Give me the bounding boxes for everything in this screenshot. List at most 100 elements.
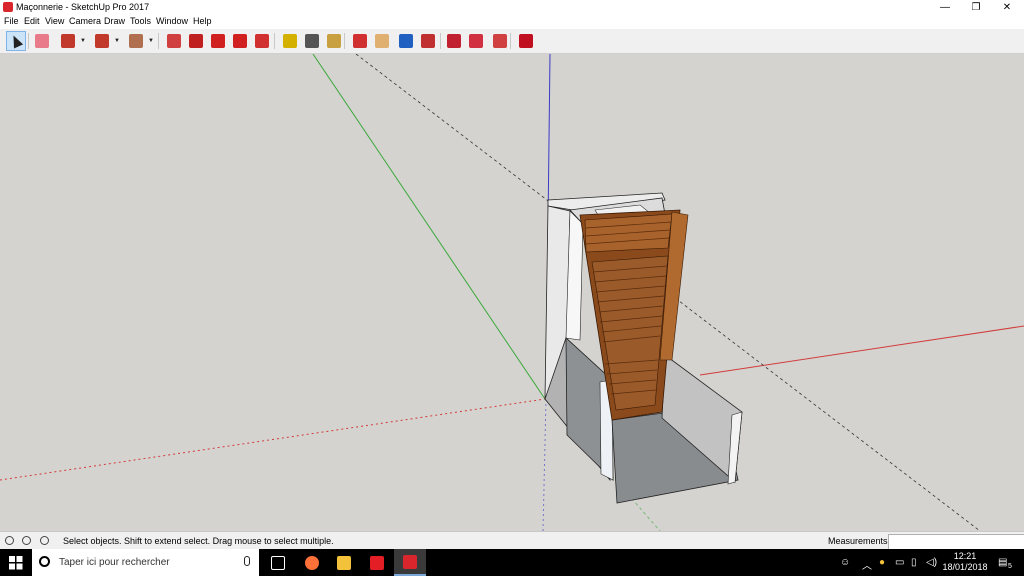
- menu-tools[interactable]: Tools: [130, 16, 151, 26]
- arc-icon: [95, 34, 109, 48]
- tool-dropdown-arrow-icon[interactable]: ▼: [114, 38, 120, 44]
- menu-help[interactable]: Help: [193, 16, 212, 26]
- text-tool-button[interactable]: [302, 31, 322, 51]
- select-tool-button[interactable]: [6, 31, 26, 51]
- search-placeholder: Taper ici pour rechercher: [59, 557, 170, 568]
- send-layout-icon: [493, 34, 507, 48]
- red-axis-dashed: [0, 398, 546, 481]
- zoom-tool-button[interactable]: [396, 31, 416, 51]
- file-explorer-icon: [337, 555, 351, 570]
- model-canvas[interactable]: [0, 54, 1024, 531]
- notification-count: 5: [1008, 563, 1012, 570]
- taskbar-search-box[interactable]: Taper ici pour rechercher: [32, 549, 259, 576]
- extension-icon: [469, 34, 483, 48]
- text-icon: [305, 34, 319, 48]
- status-message: Select objects. Shift to extend select. …: [63, 536, 334, 546]
- tape-measure-icon: [283, 34, 297, 48]
- offset-icon: [189, 34, 203, 48]
- shape-tool-button[interactable]: [126, 31, 146, 51]
- masonry-model[interactable]: [544, 192, 743, 504]
- offset-tool-button[interactable]: [186, 31, 206, 51]
- ruby-icon: [519, 34, 533, 48]
- menu-draw[interactable]: Draw: [104, 16, 125, 26]
- send-layout-tool-button[interactable]: [490, 31, 510, 51]
- drawing-viewport[interactable]: [0, 54, 1024, 531]
- pan-tool-button[interactable]: [372, 31, 392, 51]
- volume-icon[interactable]: ◁): [926, 557, 937, 568]
- zoom-extents-tool-button[interactable]: [418, 31, 438, 51]
- cortana-icon: [39, 556, 50, 567]
- arc-tool-button[interactable]: [92, 31, 112, 51]
- toolbar-separator: [28, 33, 29, 49]
- orbit-icon: [353, 34, 367, 48]
- push-pull-tool-button[interactable]: [164, 31, 184, 51]
- move-tool-button[interactable]: [208, 31, 228, 51]
- taskbar-clock[interactable]: 12:21 18/01/2018: [940, 551, 990, 573]
- autocad-taskbar-button[interactable]: [361, 549, 393, 576]
- select-icon: [8, 33, 24, 49]
- line-icon: [61, 34, 75, 48]
- green-axis: [312, 54, 546, 400]
- network-icon[interactable]: ▯: [911, 557, 917, 568]
- scale-icon: [255, 34, 269, 48]
- paint-bucket-tool-button[interactable]: [324, 31, 344, 51]
- file-explorer-taskbar-button[interactable]: [328, 549, 360, 576]
- microphone-icon[interactable]: [244, 556, 250, 566]
- notification-center-icon[interactable]: ▤: [998, 557, 1007, 568]
- firefox-icon: [305, 555, 319, 570]
- rotate-tool-button[interactable]: [230, 31, 250, 51]
- sketchup-taskbar-icon: [403, 554, 417, 569]
- toolbar-separator: [274, 33, 275, 49]
- menu-edit[interactable]: Edit: [24, 16, 40, 26]
- window-title: Maçonnerie - SketchUp Pro 2017: [16, 2, 150, 12]
- red-axis: [699, 325, 1024, 376]
- ruby-tool-button[interactable]: [516, 31, 536, 51]
- extension-tool-button[interactable]: [466, 31, 486, 51]
- people-icon[interactable]: ☺: [840, 557, 850, 568]
- paint-bucket-icon: [327, 34, 341, 48]
- toolbar-separator: [158, 33, 159, 49]
- onedrive-icon[interactable]: ●: [879, 557, 885, 568]
- menu-file[interactable]: File: [4, 16, 19, 26]
- task-view-taskbar-button[interactable]: [262, 549, 294, 576]
- move-icon: [211, 34, 225, 48]
- user-icon[interactable]: [40, 536, 49, 545]
- zoom-extents-icon: [421, 34, 435, 48]
- close-button[interactable]: ✕: [992, 0, 1022, 15]
- geolocation-icon[interactable]: [5, 536, 14, 545]
- minimize-button[interactable]: —: [930, 0, 960, 15]
- main-toolbar: ▼ ▼ ▼: [0, 29, 1024, 54]
- autocad-icon: [370, 555, 384, 570]
- tool-dropdown-arrow-icon[interactable]: ▼: [148, 38, 154, 44]
- firefox-taskbar-button[interactable]: [296, 549, 328, 576]
- measurements-input[interactable]: [888, 534, 1024, 550]
- toolbar-separator: [510, 33, 511, 49]
- rotate-icon: [233, 34, 247, 48]
- line-tool-button[interactable]: [58, 31, 78, 51]
- eraser-tool-button[interactable]: [32, 31, 52, 51]
- tray-chevron-icon[interactable]: ︿: [862, 557, 872, 572]
- menu-bar: File Edit View Camera Draw Tools Window …: [0, 15, 1024, 29]
- sketchup-taskbar-taskbar-button[interactable]: [394, 549, 426, 576]
- eraser-icon: [35, 34, 49, 48]
- tool-dropdown-arrow-icon[interactable]: ▼: [80, 38, 86, 44]
- clock-date: 18/01/2018: [942, 562, 988, 572]
- info-icon[interactable]: [22, 536, 31, 545]
- battery-icon[interactable]: ▭: [895, 557, 904, 568]
- windows-start-icon[interactable]: [9, 556, 23, 570]
- warehouse-tool-button[interactable]: [444, 31, 464, 51]
- orbit-tool-button[interactable]: [350, 31, 370, 51]
- measurements-label: Measurements: [828, 536, 888, 546]
- menu-camera[interactable]: Camera: [69, 16, 101, 26]
- pan-icon: [375, 34, 389, 48]
- toolbar-separator: [344, 33, 345, 49]
- push-pull-icon: [167, 34, 181, 48]
- menu-window[interactable]: Window: [156, 16, 188, 26]
- tape-measure-tool-button[interactable]: [280, 31, 300, 51]
- restore-button[interactable]: ❐: [961, 0, 991, 15]
- sketchup-app-icon: [3, 2, 13, 12]
- clock-time: 12:21: [953, 551, 977, 561]
- task-view-icon: [271, 555, 285, 570]
- scale-tool-button[interactable]: [252, 31, 272, 51]
- menu-view[interactable]: View: [45, 16, 64, 26]
